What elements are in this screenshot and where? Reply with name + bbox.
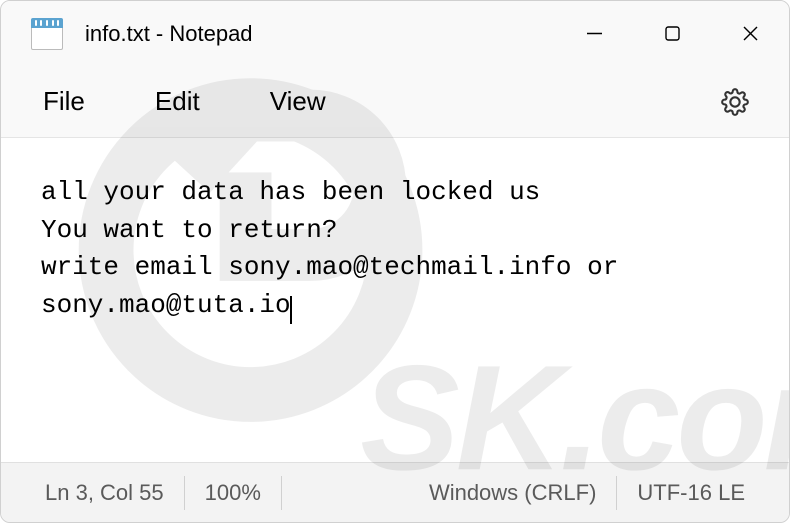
text-line: You want to return? xyxy=(41,215,337,245)
gear-icon xyxy=(721,88,749,116)
menu-edit[interactable]: Edit xyxy=(155,86,200,117)
text-line: all your data has been locked us xyxy=(41,177,540,207)
text-cursor xyxy=(290,296,292,324)
titlebar: info.txt - Notepad xyxy=(1,1,789,66)
notepad-window: info.txt - Notepad File Edit View all yo… xyxy=(0,0,790,523)
status-position: Ln 3, Col 55 xyxy=(25,475,184,511)
close-button[interactable] xyxy=(711,1,789,66)
window-title: info.txt - Notepad xyxy=(85,21,253,47)
statusbar: Ln 3, Col 55 100% Windows (CRLF) UTF-16 … xyxy=(1,462,789,522)
text-area[interactable]: all your data has been locked us You wan… xyxy=(1,138,789,462)
status-encoding: UTF-16 LE xyxy=(617,475,765,511)
menu-view[interactable]: View xyxy=(270,86,326,117)
status-line-ending: Windows (CRLF) xyxy=(409,475,616,511)
notepad-icon xyxy=(31,18,63,50)
maximize-button[interactable] xyxy=(633,1,711,66)
text-line: write email sony.mao@techmail.info or so… xyxy=(41,252,634,320)
menu-file[interactable]: File xyxy=(43,86,85,117)
minimize-button[interactable] xyxy=(555,1,633,66)
text-content: all your data has been locked us You wan… xyxy=(41,174,749,325)
status-divider xyxy=(281,476,282,510)
settings-button[interactable] xyxy=(721,88,749,116)
menubar: File Edit View xyxy=(1,66,789,138)
window-controls xyxy=(555,1,789,66)
status-zoom: 100% xyxy=(185,475,281,511)
